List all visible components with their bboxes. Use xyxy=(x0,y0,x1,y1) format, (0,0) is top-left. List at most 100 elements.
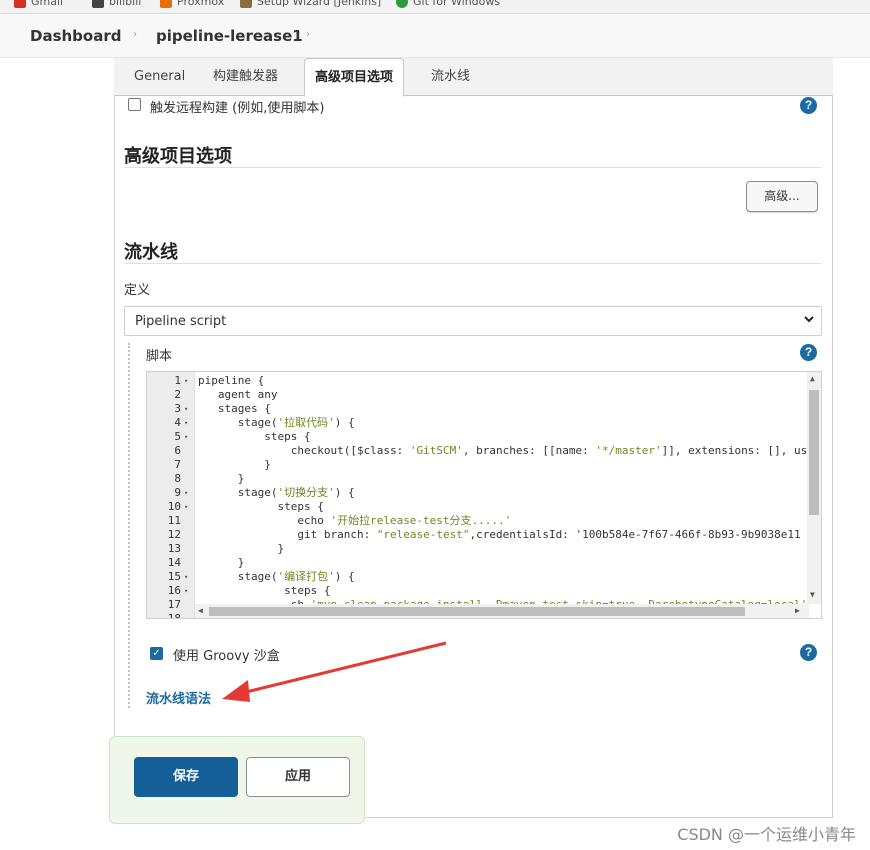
code-text: checkout([$class: 'GitSCM', branches: [[… xyxy=(198,444,808,457)
code-text: stage('拉取代码') { xyxy=(198,416,355,429)
line-number: 11 xyxy=(167,514,181,527)
breadcrumb-separator: › xyxy=(133,29,137,40)
line-number: 18 xyxy=(167,612,181,619)
line-number: 8 xyxy=(174,472,181,485)
line-number: 16 xyxy=(167,584,181,597)
code-text: steps { xyxy=(198,500,324,513)
code-text: } xyxy=(198,556,245,569)
line-number: 10 xyxy=(167,500,181,513)
tab-pipeline[interactable]: 流水线 xyxy=(421,58,480,96)
definition-select[interactable]: Pipeline script xyxy=(124,306,822,336)
code-line: 7 } xyxy=(147,458,807,472)
remote-build-checkbox[interactable] xyxy=(128,98,141,111)
scroll-right-icon[interactable]: ▶ xyxy=(795,606,800,615)
advanced-button[interactable]: 高级... xyxy=(746,181,818,212)
scroll-up-icon[interactable]: ▲ xyxy=(810,374,815,383)
code-line: 9 ▾ stage('切换分支') { xyxy=(147,486,807,500)
line-number: 4 xyxy=(174,416,181,429)
code-text: } xyxy=(198,472,245,485)
code-line: 5 ▾ steps { xyxy=(147,430,807,444)
remote-build-label: 触发远程构建 (例如,使用脚本) xyxy=(150,101,325,116)
code-text: echo '开始拉release-test分支.....' xyxy=(198,514,512,527)
scroll-left-icon[interactable]: ◀ xyxy=(198,606,203,615)
code-text: stages { xyxy=(198,402,271,415)
code-line: 6 checkout([$class: 'GitSCM', branches: … xyxy=(147,444,807,458)
horizontal-scroll-thumb[interactable] xyxy=(209,607,745,616)
code-text: steps { xyxy=(198,430,311,443)
scroll-down-icon[interactable]: ▼ xyxy=(810,590,815,599)
bookmark-gmail[interactable]: Gmail xyxy=(14,0,63,8)
help-icon[interactable]: ? xyxy=(800,97,817,114)
code-text: git branch: "release-test",credentialsId… xyxy=(198,528,801,541)
code-line: 16 ▾ steps { xyxy=(147,584,807,598)
code-text: agent any xyxy=(198,388,278,401)
breadcrumb-dashboard[interactable]: Dashboard xyxy=(30,27,121,45)
bookmark-proxmox[interactable]: Proxmox xyxy=(160,0,224,8)
fold-toggle-icon[interactable]: ▾ xyxy=(184,500,188,514)
pipeline-section-title: 流水线 xyxy=(124,242,178,263)
code-line: 1 ▾ pipeline { xyxy=(147,374,807,388)
tab-advanced-options[interactable]: 高级项目选项 xyxy=(304,58,405,97)
fold-toggle-icon[interactable]: ▾ xyxy=(184,430,188,444)
editor-vertical-scrollbar[interactable]: ▲ ▼ xyxy=(807,372,821,604)
watermark: CSDN @一个运维小青年 xyxy=(677,825,856,844)
line-number: 6 xyxy=(174,444,181,457)
save-button[interactable]: 保存 xyxy=(134,757,238,797)
fold-toggle-icon[interactable]: ▾ xyxy=(184,486,188,500)
code-line: 2 agent any xyxy=(147,388,807,402)
code-line: 10 ▾ steps { xyxy=(147,500,807,514)
nested-indent-guide xyxy=(128,343,130,708)
script-editor[interactable]: 1 ▾ pipeline {2 agent any 3 ▾ stages {4 ▾ sta… xyxy=(146,371,822,619)
line-number: 5 xyxy=(174,430,181,443)
line-number: 3 xyxy=(174,402,181,415)
bookmark-git[interactable]: Git for Windows xyxy=(396,0,500,8)
code-line: 14 } xyxy=(147,556,807,570)
groovy-sandbox-checkbox[interactable]: ✓ xyxy=(150,647,163,660)
code-text: stage('编译打包') { xyxy=(198,570,355,583)
jenkins-icon xyxy=(240,0,252,8)
fold-toggle-icon[interactable]: ▾ xyxy=(184,570,188,584)
groovy-sandbox-label: 使用 Groovy 沙盒 xyxy=(173,649,280,664)
script-label: 脚本 xyxy=(146,349,173,364)
code-line: 11 echo '开始拉release-test分支.....' xyxy=(147,514,807,528)
code-text: steps { xyxy=(198,584,331,597)
help-icon[interactable]: ? xyxy=(800,344,817,361)
bookmark-bilibili[interactable]: bilibili xyxy=(92,0,141,8)
editor-horizontal-scrollbar[interactable]: ◀ ▶ xyxy=(195,604,809,618)
code-text: } xyxy=(198,542,285,555)
line-number: 2 xyxy=(174,388,181,401)
tab-general[interactable]: General xyxy=(124,58,195,96)
bookmarks-bar: Gmail bilibili Proxmox Setup Wizard [Jen… xyxy=(0,0,870,14)
fold-toggle-icon[interactable]: ▾ xyxy=(184,374,188,388)
fold-toggle-icon[interactable]: ▾ xyxy=(184,584,188,598)
line-number: 14 xyxy=(167,556,181,569)
tab-build-triggers[interactable]: 构建触发器 xyxy=(203,58,288,96)
help-icon[interactable]: ? xyxy=(800,644,817,661)
line-number: 1 xyxy=(174,374,181,387)
apply-button[interactable]: 应用 xyxy=(246,757,350,797)
fold-toggle-icon[interactable]: ▾ xyxy=(184,416,188,430)
code-line: 4 ▾ stage('拉取代码') { xyxy=(147,416,807,430)
line-number: 7 xyxy=(174,458,181,471)
line-number: 17 xyxy=(167,598,181,611)
code-line: 13 } xyxy=(147,542,807,556)
git-icon xyxy=(396,0,408,8)
definition-label: 定义 xyxy=(124,283,151,298)
pipeline-syntax-link[interactable]: 流水线语法 xyxy=(146,688,211,707)
code-text: pipeline { xyxy=(198,374,265,387)
bookmark-jenkins[interactable]: Setup Wizard [Jenkins] xyxy=(240,0,381,8)
line-number: 13 xyxy=(167,542,181,555)
proxmox-icon xyxy=(160,0,172,8)
config-tabbar: General 构建触发器 高级项目选项 流水线 xyxy=(114,58,833,97)
code-line: 8 } xyxy=(147,472,807,486)
fold-toggle-icon[interactable]: ▾ xyxy=(184,402,188,416)
chevron-down-icon xyxy=(803,313,815,328)
code-text: } xyxy=(198,458,271,471)
breadcrumb-job[interactable]: pipeline-lerease1 xyxy=(156,27,303,45)
breadcrumb-separator[interactable]: › xyxy=(306,29,310,40)
code-line: 12 git branch: "release-test",credential… xyxy=(147,528,807,542)
gmail-icon xyxy=(14,0,26,8)
line-number: 15 xyxy=(167,570,181,583)
line-number: 9 xyxy=(174,486,181,499)
vertical-scroll-thumb[interactable] xyxy=(809,390,819,515)
